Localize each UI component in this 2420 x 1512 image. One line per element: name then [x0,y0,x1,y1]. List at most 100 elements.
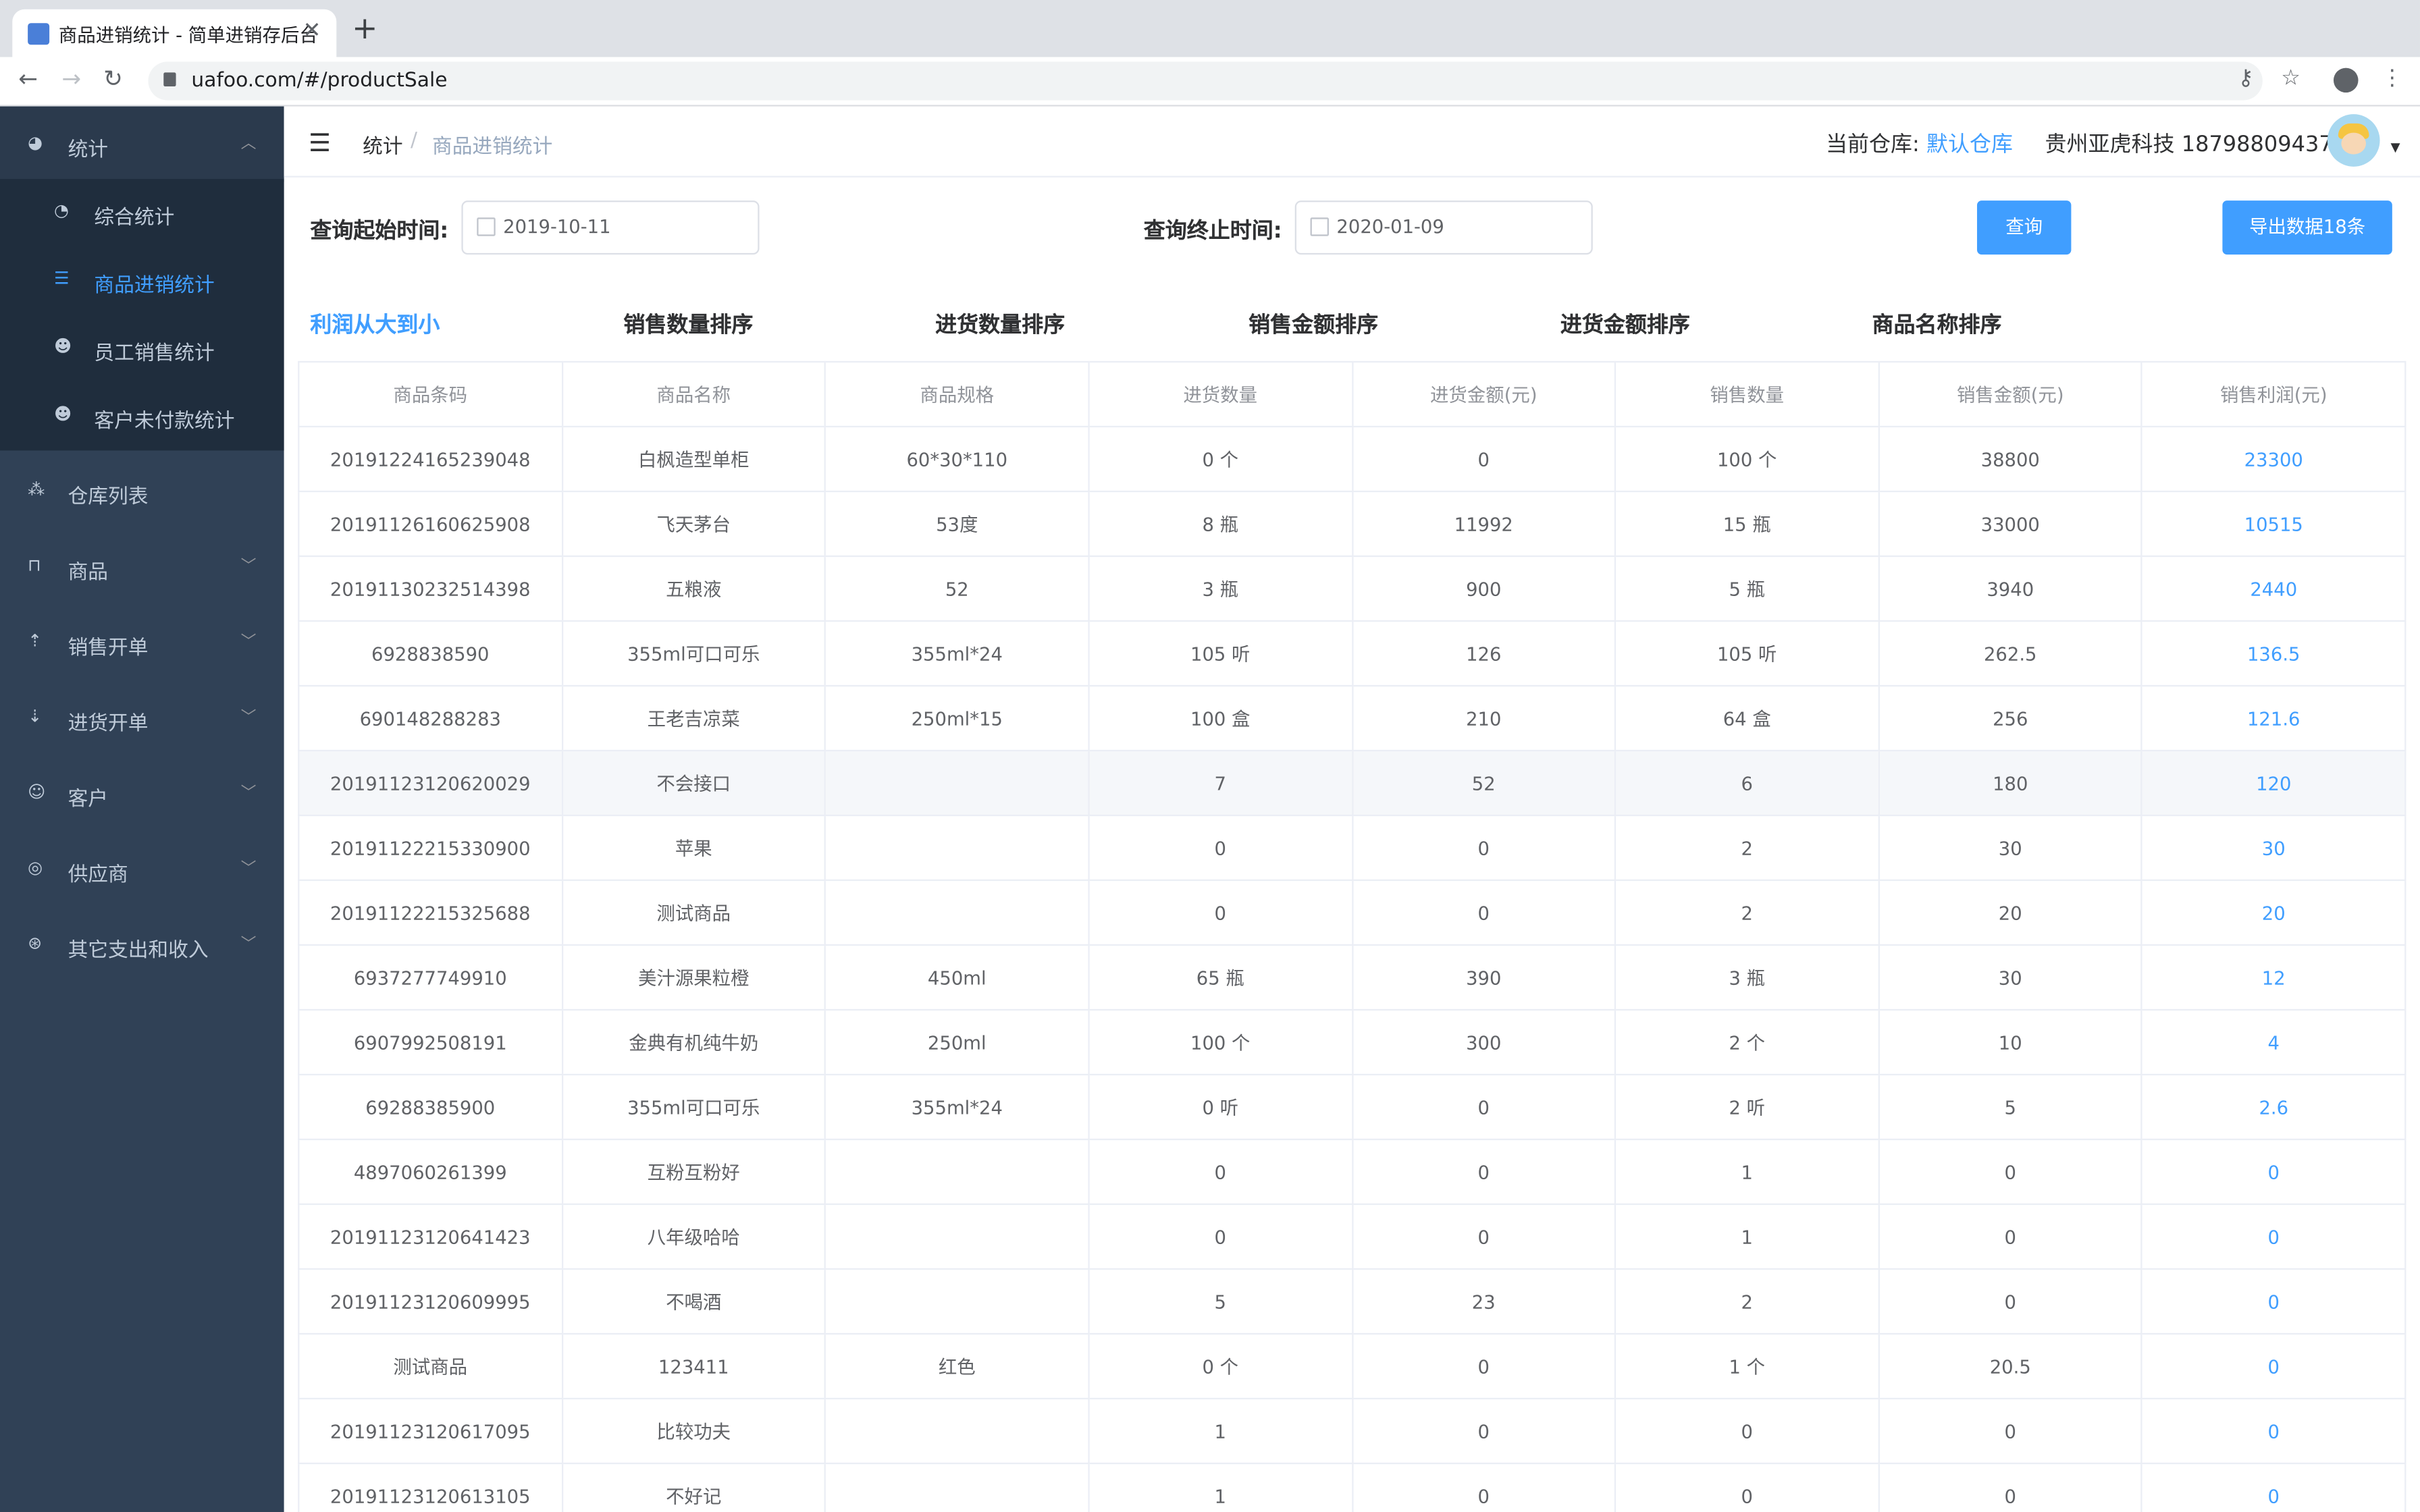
sort-tab-sales-amount[interactable]: 销售金额排序 [1248,308,1378,340]
column-header[interactable]: 销售金额(元) [1878,360,2143,428]
reload-icon[interactable]: ↻ [103,65,123,92]
chevron-down-icon: ﹀ [240,709,257,727]
sidebar-subitem-product-sale[interactable]: ☰ 商品进销统计 [0,247,284,315]
start-date-label: 查询起始时间: [310,219,449,244]
table-row[interactable]: 69288385900 355ml可口可乐 355ml*24 0 听02 听 5 2.6 [298,1073,2406,1141]
table-row[interactable]: 6937277749910 美汁源果粒橙 450ml 65 瓶 390 3 瓶 30 12 [298,944,2406,1011]
sidebar-item-label: 其它支出和收入 [68,939,209,963]
table-row[interactable]: 20191130232514398 五粮液 52 3 瓶 900 5 瓶 3940 2440 [298,555,2406,622]
table-row[interactable]: 6907992508191 金典有机纯牛奶 250ml 100 个 300 2 个 10 4 [298,1008,2406,1076]
table-cell: 0 [2141,1268,2406,1335]
table-cell: 33000 [1878,490,2143,558]
table-cell: 比较功夫 [561,1397,826,1465]
table-cell: 20 [1878,879,2143,946]
table-row[interactable]: 20191123120613105 不好记 1 0 0 0 0 [298,1462,2406,1512]
sidebar-item-purchase-order[interactable]: ⇣ 进货开单 ﹀ [0,680,284,756]
table-cell: 20191123120617095 [298,1397,563,1465]
table-cell: 355ml*24 [824,620,1090,687]
table-row[interactable]: 4897060261399 互粉互粉好 0 0 1 0 0 [298,1138,2406,1206]
table-cell: 6907992508191 [298,1008,563,1076]
sidebar-item-customers[interactable]: ☺ 客户 ﹀ [0,756,284,832]
browser-tab[interactable]: 商品进销统计 - 简单进销存后台 ✕ [12,9,337,57]
table-cell: 飞天茅台 [561,490,826,558]
end-date-picker[interactable]: 2020-01-09 [1294,200,1593,255]
start-date-picker[interactable]: 2019-10-11 [461,200,760,255]
column-header[interactable]: 进货金额(元) [1351,360,1616,428]
table-cell: 120 [2141,749,2406,817]
table-cell: 60*30*110 [824,425,1090,493]
table-cell: 250ml*15 [824,684,1090,752]
browser-toolbar: ← → ↻ uafoo.com/#/productSale ⚷ ☆ ⋮ [0,57,2420,107]
table-row[interactable]: 20191126160625908 飞天茅台 53度 8 瓶 11992 15 瓶 3300… [298,490,2406,558]
column-header[interactable]: 销售利润(元) [2141,360,2406,428]
table-cell: 0 [1088,814,1353,882]
column-header[interactable]: 商品规格 [824,360,1090,428]
table-cell: 256 [1878,684,2143,752]
column-header[interactable]: 销售数量 [1614,360,1880,428]
back-arrow-icon[interactable]: ← [18,65,38,92]
sidebar-item-label: 商品 [68,561,109,585]
table-row[interactable]: 20191123120617095 比较功夫 1 0 0 0 0 [298,1397,2406,1465]
new-tab-button[interactable]: + [352,12,377,43]
table-row[interactable]: 20191123120641423 八年级哈哈 0 0 1 0 0 [298,1203,2406,1270]
avatar[interactable] [2327,114,2380,167]
sort-tab-purchase-amount[interactable]: 进货金额排序 [1560,308,1690,340]
sort-tab-product-name[interactable]: 商品名称排序 [1872,308,2002,340]
table-row[interactable]: 690148288283 王老吉凉菜 250ml*15 100 盒 210 64 盒 256… [298,684,2406,752]
table-cell: 5 瓶 [1614,555,1880,622]
sidebar-item-stats[interactable]: ◕ 统计 ︿ [0,106,284,182]
sidebar-item-products[interactable]: ⊓ 商品 ﹀ [0,529,284,605]
sidebar-item-sales-order[interactable]: ⇡ 销售开单 ﹀ [0,605,284,680]
caret-down-icon[interactable]: ▼ [2391,140,2400,155]
table-row[interactable]: 20191122215325688 测试商品 0 0 2 20 20 [298,879,2406,946]
address-bar[interactable]: uafoo.com/#/productSale [148,61,2263,101]
table-row[interactable]: 20191123120620029 不会接口 7 52 6 180 120 [298,749,2406,817]
site-favicon-icon [28,23,50,45]
export-button[interactable]: 导出数据18条 [2222,200,2392,255]
coin-icon: ⊛ [28,933,43,954]
breadcrumb-item-stats[interactable]: 统计 [363,130,402,159]
sidebar-item-other-income[interactable]: ⊛ 其它支出和收入 ﹀ [0,907,284,983]
table-cell: 美汁源果粒橙 [561,944,826,1011]
bookmark-star-icon[interactable]: ☆ [2281,66,2300,91]
profile-icon[interactable] [2333,68,2359,93]
sidebar-subitem-label: 员工销售统计 [94,342,215,366]
sort-tab-purchase-qty[interactable]: 进货数量排序 [935,308,1065,340]
sort-tab-sales-qty[interactable]: 销售数量排序 [623,308,753,340]
sidebar-item-suppliers[interactable]: ◎ 供应商 ﹀ [0,832,284,907]
column-header[interactable]: 商品名称 [561,360,826,428]
warehouse-value[interactable]: 默认仓库 [1926,133,2013,158]
chevron-down-icon: ﹀ [240,785,257,803]
forward-arrow-icon[interactable]: → [61,65,81,92]
table-cell: 不喝酒 [561,1268,826,1335]
user-info: 贵州亚虎科技 18798809437 [2045,132,2333,158]
table-cell: 0 [1351,1332,1616,1400]
table-row[interactable]: 20191122215330900 苹果 0 0 2 30 30 [298,814,2406,882]
table-cell: 0 [1088,1203,1353,1270]
more-menu-icon[interactable]: ⋮ [2382,66,2403,91]
sidebar: ◕ 统计 ︿ ◔ 综合统计 ☰ 商品进销统计 ☻ 员工销售统计 ☻ 客户未付款统… [0,106,284,1512]
sort-tab-profit[interactable]: 利润从大到小 [310,308,440,340]
table-row[interactable]: 6928838590 355ml可口可乐 355ml*24 105 听 126 105 听… [298,620,2406,687]
column-header[interactable]: 进货数量 [1088,360,1353,428]
menu-toggle-icon[interactable]: ☰ [309,128,331,157]
sidebar-item-warehouses[interactable]: ⁂ 仓库列表 [0,454,284,529]
key-icon[interactable]: ⚷ [2238,66,2253,91]
tab-close-icon[interactable]: ✕ [303,18,321,43]
table-cell: 3 瓶 [1614,944,1880,1011]
table-row[interactable]: 20191123120609995 不喝酒 5 23 2 0 0 [298,1268,2406,1335]
table-row[interactable]: 测试商品 123411 红色 0 个01 个 20.5 0 [298,1332,2406,1400]
sidebar-subitem-overview[interactable]: ◔ 综合统计 [0,179,284,247]
sidebar-subitem-staff-sales[interactable]: ☻ 员工销售统计 [0,315,284,383]
column-header[interactable]: 商品条码 [298,360,563,428]
table-cell: 2 [1614,814,1880,882]
table-row[interactable]: 20191224165239048 白枫造型单柜 60*30*110 0 个 0 100 … [298,425,2406,493]
table-cell: 20191126160625908 [298,490,563,558]
query-button[interactable]: 查询 [1976,200,2072,255]
table-cell: 0 [1614,1462,1880,1512]
table-cell: 0 [2141,1397,2406,1465]
staff-icon: ☻ [53,336,72,356]
sidebar-subitem-customer-unpaid[interactable]: ☻ 客户未付款统计 [0,383,284,451]
table-cell: 6937277749910 [298,944,563,1011]
table-cell: 123411 [561,1332,826,1400]
